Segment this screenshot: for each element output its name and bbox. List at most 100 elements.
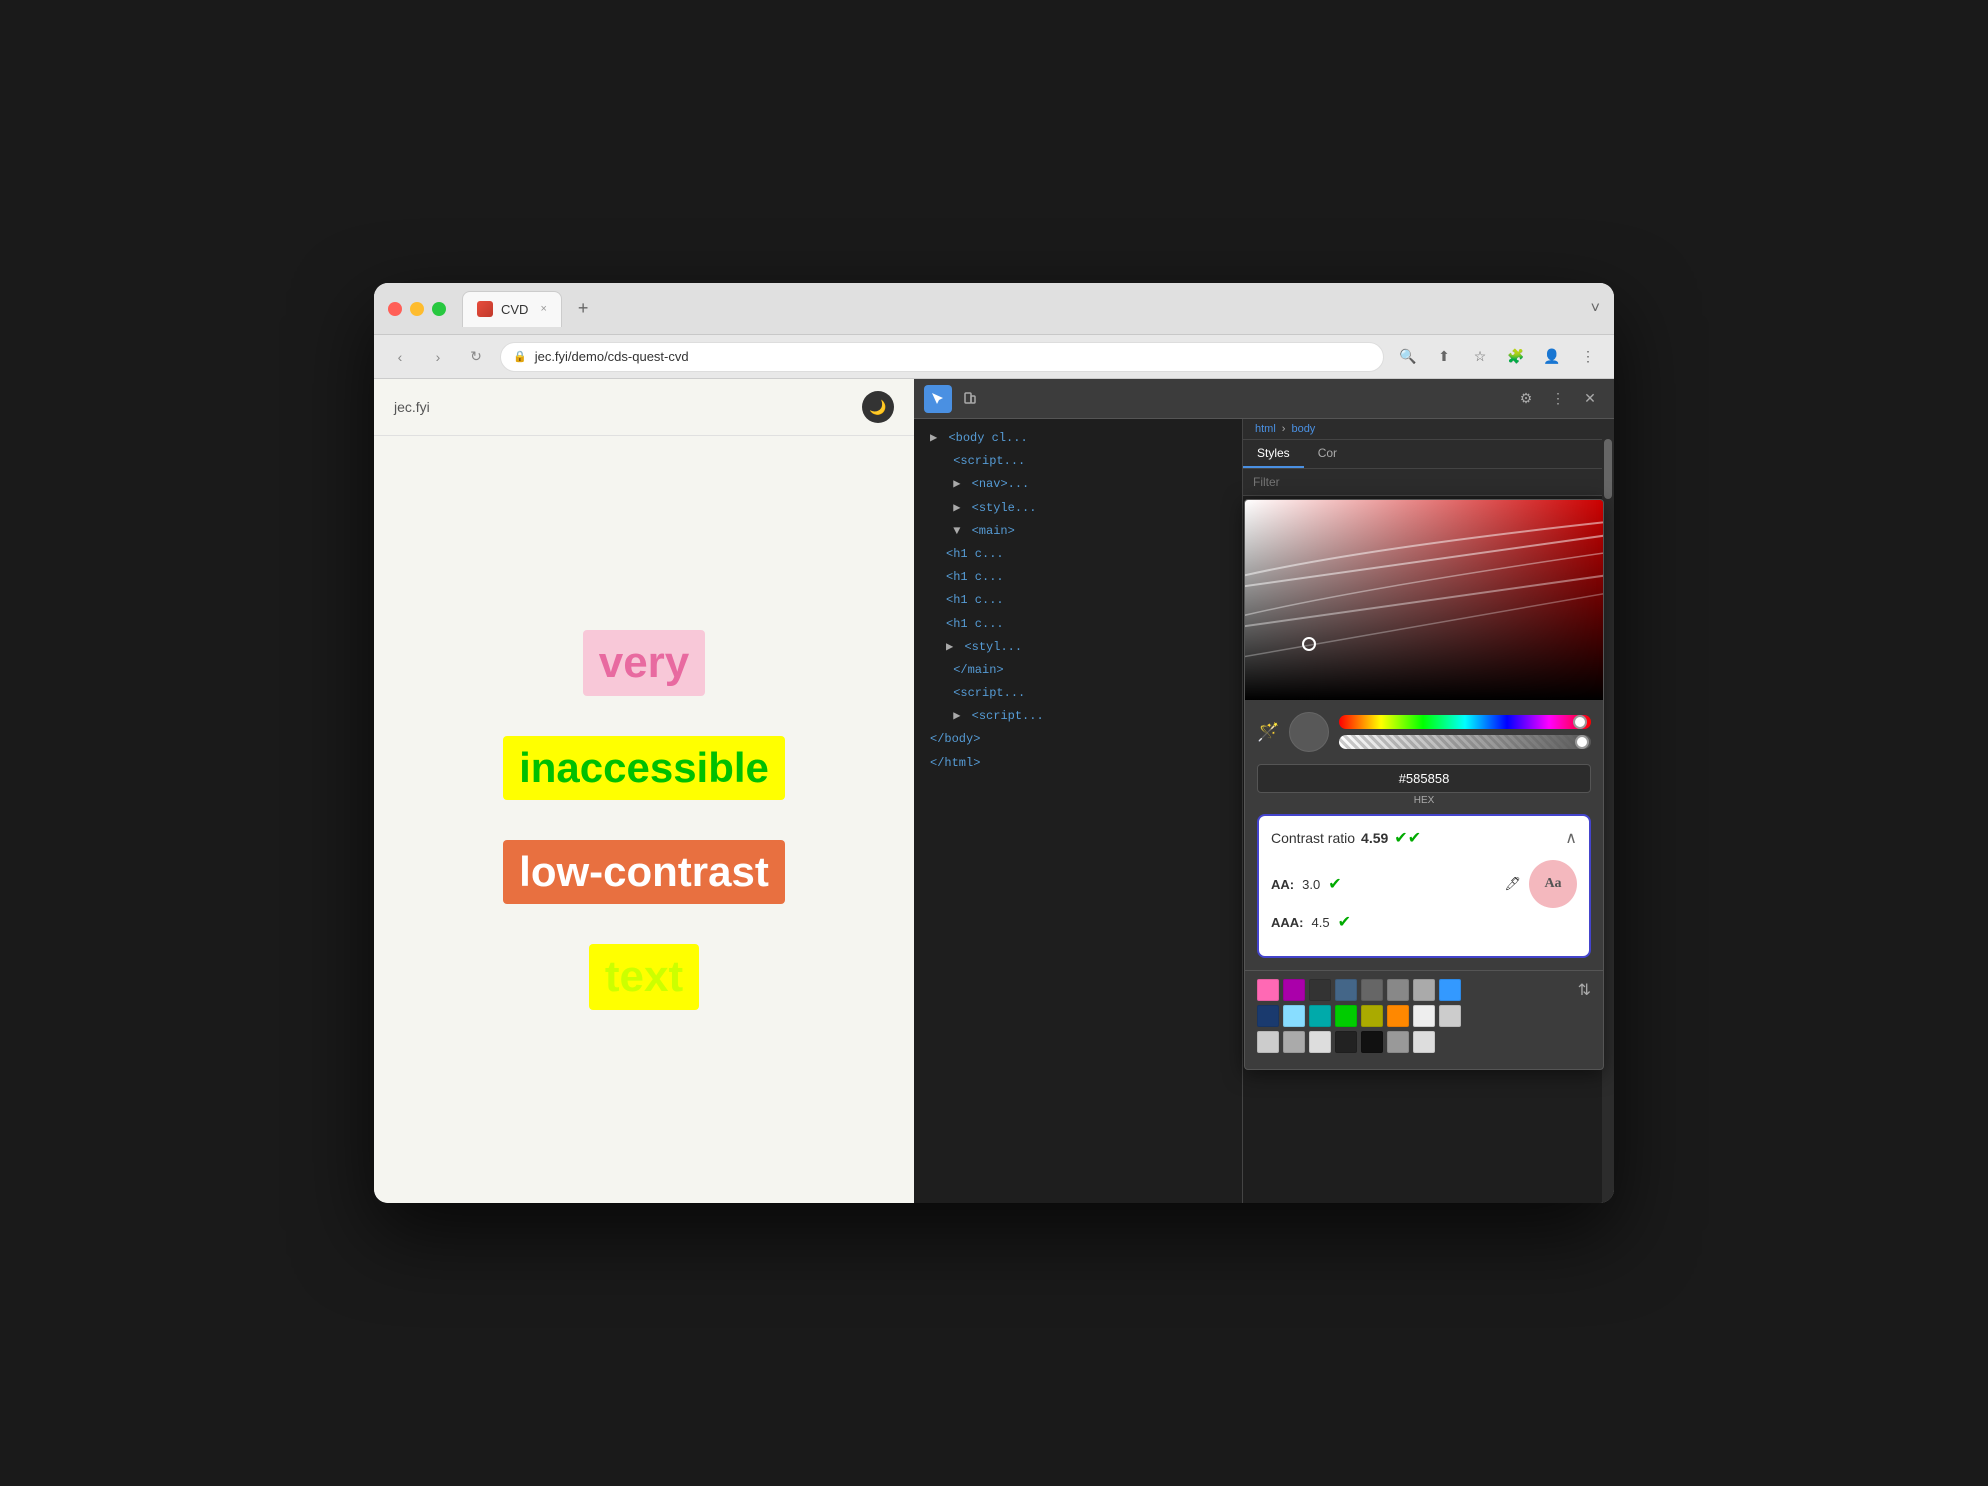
styles-tabs: Styles Cor — [1243, 440, 1602, 469]
theme-toggle[interactable]: 🌙 — [862, 391, 894, 423]
url-bar[interactable]: 🔒 jec.fyi/demo/cds-quest-cvd — [500, 342, 1384, 372]
swatch-pink[interactable] — [1257, 979, 1279, 1001]
back-button[interactable]: ‹ — [386, 343, 414, 371]
devtools-panel: ⚙ ⋮ ✕ ▶ <body cl... <script... — [914, 379, 1614, 1203]
swatch-darkgray[interactable] — [1309, 979, 1331, 1001]
tab-title: CVD — [501, 302, 528, 317]
close-button[interactable] — [388, 302, 402, 316]
swatch-s3[interactable] — [1309, 1031, 1331, 1053]
maximize-button[interactable] — [432, 302, 446, 316]
browser-content: jec.fyi 🌙 very inaccessible low-contrast… — [374, 379, 1614, 1203]
dom-line: ▶ <nav>... — [914, 473, 1242, 496]
site-name: jec.fyi — [394, 399, 430, 415]
new-tab-button[interactable]: + — [570, 294, 597, 323]
bc-sep: › — [1282, 423, 1286, 435]
moon-icon: 🌙 — [869, 399, 886, 416]
contrast-header: Contrast ratio 4.59 ✔✔ ∧ — [1271, 828, 1577, 848]
swatch-navy[interactable] — [1257, 1005, 1279, 1027]
inspect-tool[interactable] — [924, 385, 952, 413]
swatch-olive[interactable] — [1361, 1005, 1383, 1027]
swatch-gray3[interactable] — [1413, 979, 1435, 1001]
eyedropper-button[interactable]: 🪄 — [1257, 722, 1279, 743]
swatch-gray1[interactable] — [1361, 979, 1383, 1001]
contrast-value: 4.59 — [1361, 830, 1388, 846]
dom-line: ▶ <styl... — [914, 636, 1242, 659]
forward-button[interactable]: › — [424, 343, 452, 371]
dom-line: ▼ <main> — [914, 520, 1242, 543]
url-text: jec.fyi/demo/cds-quest-cvd — [535, 349, 689, 364]
tab-chevron-icon[interactable]: ˅ — [1591, 300, 1600, 318]
dom-line: <script... — [914, 450, 1242, 473]
swatch-blue2[interactable] — [1439, 979, 1461, 1001]
aa-row: AA: 3.0 ✔ 🖊 Aa — [1271, 858, 1577, 910]
aaa-row: AAA: 4.5 ✔ — [1271, 910, 1577, 934]
swatch-row-1: ⇅ — [1257, 979, 1591, 1001]
hex-input[interactable] — [1257, 764, 1591, 793]
close-devtools-icon[interactable]: ✕ — [1576, 385, 1604, 413]
swatch-gray4[interactable] — [1439, 1005, 1461, 1027]
swatch-s7[interactable] — [1413, 1031, 1435, 1053]
aa-value: 3.0 — [1302, 877, 1320, 892]
dom-line: <h1 c... — [914, 543, 1242, 566]
swatch-purple[interactable] — [1283, 979, 1305, 1001]
bookmark-icon[interactable]: ☆ — [1466, 343, 1494, 371]
contrast-title: Contrast ratio 4.59 ✔✔ — [1271, 828, 1421, 848]
cp-controls: 🪄 — [1245, 700, 1603, 764]
swatch-gray2[interactable] — [1387, 979, 1409, 1001]
tab-close-icon[interactable]: × — [540, 303, 546, 315]
swatch-s4[interactable] — [1335, 1031, 1357, 1053]
color-swatches: ⇅ — [1245, 970, 1603, 1069]
hex-section: HEX — [1245, 764, 1603, 814]
alpha-thumb[interactable] — [1575, 735, 1589, 749]
aaa-check-icon: ✔ — [1338, 912, 1351, 932]
dom-line: <h1 c... — [914, 589, 1242, 612]
share-icon[interactable]: ⬆ — [1430, 343, 1458, 371]
color-cursor[interactable] — [1302, 637, 1316, 651]
swatch-blue[interactable] — [1335, 979, 1357, 1001]
aa-preview: Aa — [1529, 860, 1577, 908]
extension-icon[interactable]: 🧩 — [1502, 343, 1530, 371]
search-icon[interactable]: 🔍 — [1394, 343, 1422, 371]
alpha-slider[interactable] — [1339, 735, 1591, 749]
scroll-thumb[interactable] — [1604, 439, 1612, 499]
swatch-s6[interactable] — [1387, 1031, 1409, 1053]
tab-computed[interactable]: Cor — [1304, 440, 1351, 468]
refresh-button[interactable]: ↻ — [462, 343, 490, 371]
filter-input[interactable] — [1253, 475, 1592, 489]
swatch-green[interactable] — [1335, 1005, 1357, 1027]
aa-check-icon: ✔ — [1328, 874, 1341, 894]
tab-styles[interactable]: Styles — [1243, 440, 1304, 468]
swatch-s1[interactable] — [1257, 1031, 1279, 1053]
swatch-teal[interactable] — [1309, 1005, 1331, 1027]
active-tab[interactable]: CVD × — [462, 291, 562, 327]
hue-slider[interactable] — [1339, 715, 1591, 729]
device-tool[interactable] — [956, 385, 984, 413]
eyedropper-icon[interactable]: 🖊 — [1504, 876, 1521, 892]
contrast-section: Contrast ratio 4.59 ✔✔ ∧ AA: 3.0 ✔ — [1245, 814, 1603, 970]
very-text: very — [583, 630, 706, 696]
profile-icon[interactable]: 👤 — [1538, 343, 1566, 371]
hue-thumb[interactable] — [1573, 715, 1587, 729]
swatch-s5[interactable] — [1361, 1031, 1383, 1053]
color-gradient[interactable] — [1245, 500, 1603, 700]
more-icon[interactable]: ⋮ — [1574, 343, 1602, 371]
dom-line: <h1 c... — [914, 613, 1242, 636]
dom-line: <script... — [914, 682, 1242, 705]
swatch-scroll-icon[interactable]: ⇅ — [1578, 980, 1591, 1000]
swatch-lightblue[interactable] — [1283, 1005, 1305, 1027]
devtools-toolbar: ⚙ ⋮ ✕ — [914, 379, 1614, 419]
more-options-icon[interactable]: ⋮ — [1544, 385, 1572, 413]
inaccessible-text: inaccessible — [503, 736, 785, 800]
browser-window: CVD × + ˅ ‹ › ↻ 🔒 jec.fyi/demo/cds-quest… — [374, 283, 1614, 1203]
minimize-button[interactable] — [410, 302, 424, 316]
swatch-lightgray[interactable] — [1413, 1005, 1435, 1027]
settings-icon[interactable]: ⚙ — [1512, 385, 1540, 413]
bc-body[interactable]: body — [1291, 423, 1315, 435]
swatch-s2[interactable] — [1283, 1031, 1305, 1053]
collapse-button[interactable]: ∧ — [1565, 828, 1577, 848]
address-actions: 🔍 ⬆ ☆ 🧩 👤 ⋮ — [1394, 343, 1602, 371]
dom-line: </body> — [914, 728, 1242, 751]
bc-html[interactable]: html — [1255, 423, 1276, 435]
swatch-orange[interactable] — [1387, 1005, 1409, 1027]
lock-icon: 🔒 — [513, 350, 527, 363]
